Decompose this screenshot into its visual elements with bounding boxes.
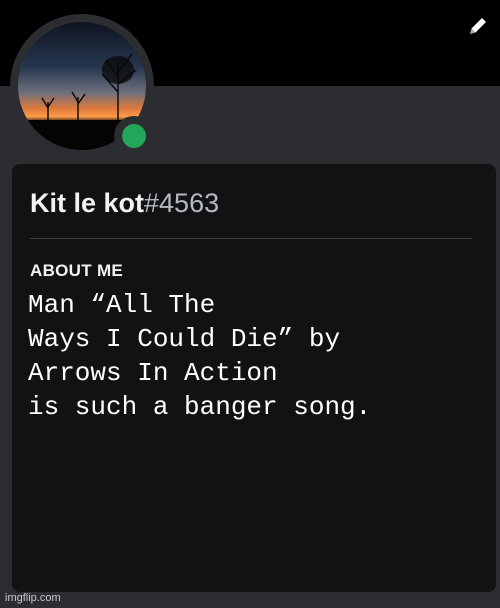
about-me-heading: ABOUT ME	[30, 261, 124, 280]
username-row[interactable]: Kit le kot#4563	[30, 187, 219, 219]
avatar[interactable]	[10, 14, 154, 158]
discriminator: #4563	[144, 188, 220, 218]
online-status-dot	[122, 124, 146, 148]
watermark: imgflip.com	[5, 592, 61, 604]
status-indicator	[114, 116, 154, 156]
about-me-text: Man “All The Ways I Could Die” by Arrows…	[28, 290, 372, 422]
profile-card: Kit le kot#4563 ABOUT ME Man “All The Wa…	[12, 164, 496, 592]
pencil-icon[interactable]	[466, 14, 490, 38]
username: Kit le kot	[30, 188, 145, 218]
divider	[30, 238, 472, 239]
